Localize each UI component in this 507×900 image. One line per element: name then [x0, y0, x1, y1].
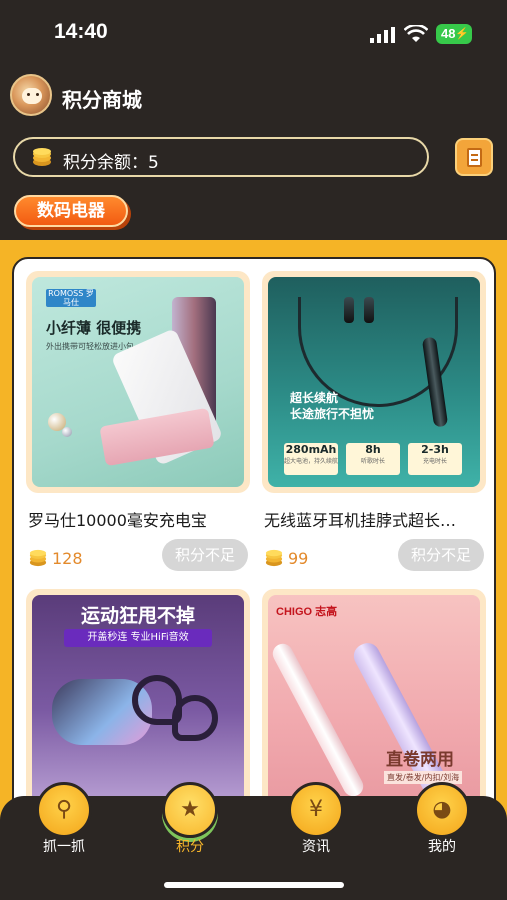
status-bar: 14:40 48 ⚡ [0, 0, 507, 60]
earbud-shape [344, 297, 354, 323]
battery-icon: 48 ⚡ [436, 24, 472, 44]
money-bag-icon: ¥ [288, 782, 344, 838]
product-image-frame: ROMOSS 罗马仕 小纤薄 很便携 外出携带可轻松放进小包 [26, 271, 250, 493]
product-image-earphones: 超长续航 长途旅行不担忧 280mAh 超大电池，持久续航 8h 听歌时长 2-… [268, 277, 480, 487]
star-medal-icon: ★ [162, 782, 218, 838]
orders-button[interactable] [455, 138, 493, 176]
product-name: 罗马仕10000毫安充电宝 [28, 511, 207, 530]
points-balance-label: 积分余额：5 [63, 153, 159, 173]
earbud-shape [364, 297, 374, 323]
product-image-frame: CHIGO 志高 直卷两用 直发/卷发/内扣/刘海 [262, 589, 486, 811]
insufficient-points-button[interactable]: 积分不足 [398, 539, 484, 571]
spec-value: 280mAh [285, 443, 337, 456]
spec-desc: 超大电池，持久续航 [284, 458, 339, 465]
nav-item-points[interactable]: ★ 积分 [140, 782, 240, 866]
home-indicator[interactable] [164, 882, 344, 888]
wifi-icon [404, 25, 428, 42]
cellular-signal-icon [370, 27, 395, 43]
claw-icon: ⚲ [36, 782, 92, 838]
nav-item-mine[interactable]: ◕ 我的 [392, 782, 492, 866]
spec-value: 2-3h [421, 443, 449, 456]
image-headline: 运动狂甩不掉 [80, 605, 195, 627]
image-headline: 超长续航 [290, 391, 339, 405]
status-time: 14:40 [54, 20, 108, 43]
image-headline: 直卷两用 [386, 750, 454, 770]
spec-desc: 听歌时长 [360, 458, 385, 465]
category-tag[interactable]: 数码电器 [14, 195, 128, 227]
points-balance-bar: 积分余额：5 [13, 137, 429, 177]
image-slogan: 小纤薄 很便携 [46, 319, 142, 337]
nav-item-claw[interactable]: ⚲ 抓一抓 [14, 782, 114, 866]
document-icon [467, 148, 482, 167]
decor-ball [62, 427, 72, 437]
nav-label: 积分 [176, 839, 204, 855]
image-tags: 直发/卷发/内扣/刘海 [384, 771, 463, 784]
image-subheadline: 长途旅行不担忧 [290, 407, 375, 421]
battery-level: 48 [441, 26, 456, 41]
product-image-sport-earbuds: 运动狂甩不掉 开盖秒连 专业HiFi音效 [32, 595, 244, 805]
page-title: 积分商城 [62, 88, 142, 112]
earhook-shape [172, 695, 218, 741]
image-subtext: 外出携带可轻松放进小包 [46, 342, 134, 351]
brand-logo: ROMOSS 罗马仕 [46, 289, 96, 307]
spec-box: 280mAh 超大电池，持久续航 [284, 443, 338, 475]
nav-label: 抓一抓 [43, 839, 85, 855]
product-image-frame: 超长续航 长途旅行不担忧 280mAh 超大电池，持久续航 8h 听歌时长 2-… [262, 271, 486, 493]
product-image-frame: 运动狂甩不掉 开盖秒连 专业HiFi音效 [26, 589, 250, 811]
spec-desc: 充电时长 [422, 458, 447, 465]
avatar-eye [27, 93, 30, 96]
coin-stack-icon [33, 148, 51, 166]
product-image-powerbank: ROMOSS 罗马仕 小纤薄 很便携 外出携带可轻松放进小包 [32, 277, 244, 487]
price-value: 99 [288, 549, 309, 568]
spec-box: 2-3h 充电时长 [408, 443, 462, 475]
coin-stack-icon [29, 549, 47, 567]
nav-label: 我的 [428, 839, 456, 855]
avatar-eye [36, 93, 39, 96]
nav-item-news[interactable]: ¥ 资讯 [266, 782, 366, 866]
nav-label: 资讯 [302, 839, 330, 855]
spec-box: 8h 听歌时长 [346, 443, 400, 475]
spec-value: 8h [365, 443, 381, 456]
avatar-face [22, 88, 42, 104]
coin-stack-icon [265, 549, 283, 567]
image-feature-bar: 开盖秒连 专业HiFi音效 [64, 629, 212, 647]
avatar[interactable] [10, 74, 52, 116]
price-value: 128 [52, 549, 83, 568]
product-name: 无线蓝牙耳机挂脖式超长… [264, 511, 457, 530]
straightener-shape [269, 640, 367, 800]
charging-bolt-icon: ⚡ [455, 28, 469, 40]
product-image-hair-straightener: CHIGO 志高 直卷两用 直发/卷发/内扣/刘海 [268, 595, 480, 805]
insufficient-points-button[interactable]: 积分不足 [162, 539, 248, 571]
pig-face-icon: ◕ [414, 782, 470, 838]
brand-logo: CHIGO 志高 [276, 606, 338, 618]
